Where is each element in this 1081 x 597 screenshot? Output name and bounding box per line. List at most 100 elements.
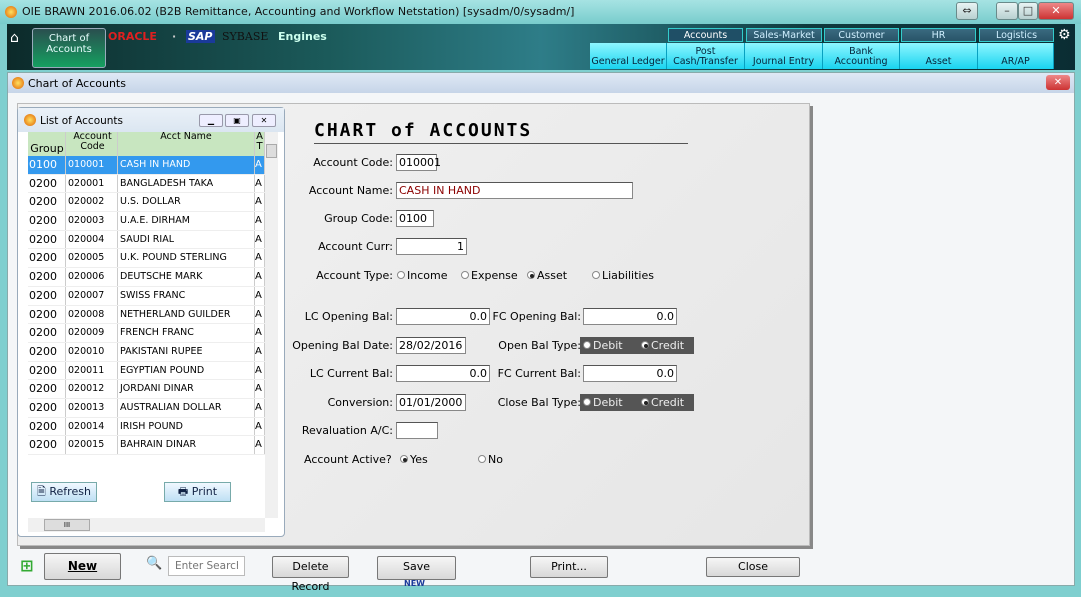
col-acct-type[interactable]: A T [255, 132, 265, 156]
cell-group: 0200 [28, 193, 66, 212]
cell-group: 0200 [28, 230, 66, 249]
table-row[interactable]: 0200 020011 EGYPTIAN POUND A [28, 361, 265, 381]
close-window-button[interactable]: ✕ [1038, 2, 1074, 20]
sub-general-ledger[interactable]: General Ledger [590, 43, 667, 69]
app-logo-icon [5, 6, 17, 18]
print-button[interactable]: Print... [530, 556, 608, 578]
tab-sales-market[interactable]: Sales-Market [746, 28, 822, 42]
list-restore-button[interactable]: ▣ [225, 114, 249, 127]
table-row[interactable]: 0200 020014 IRISH POUND A [28, 417, 265, 437]
cell-account-code: 010001 [66, 156, 118, 174]
resize-button[interactable]: ⇔ [956, 2, 978, 20]
radio-income[interactable]: Income [397, 269, 447, 282]
sub-asset[interactable]: Asset [900, 43, 978, 69]
group-code-field[interactable]: 0100 [396, 210, 434, 227]
tab-accounts[interactable]: Accounts [668, 28, 743, 42]
cell-group: 0200 [28, 342, 66, 361]
cell-account-code: 020001 [66, 174, 118, 193]
list-close-button[interactable]: ✕ [252, 114, 276, 127]
list-title: List of Accounts [40, 115, 124, 127]
table-row[interactable]: 0100 010001 CASH IN HAND A [28, 156, 265, 175]
sub-bank-accounting[interactable]: Bank Accounting [823, 43, 900, 69]
table-row[interactable]: 0200 020012 JORDANI DINAR A [28, 380, 265, 399]
radio-active-no[interactable]: No [478, 453, 503, 466]
cell-account-code: 020004 [66, 230, 118, 249]
minimize-button[interactable]: – [996, 2, 1018, 20]
cell-acct-name: IRISH POUND [118, 417, 255, 436]
revaluation-field[interactable] [396, 422, 438, 439]
radio-close-debit[interactable]: Debit [583, 394, 623, 411]
chart-of-accounts-tile[interactable]: Chart of Accounts [32, 28, 106, 68]
radio-open-credit[interactable]: Credit [641, 337, 684, 354]
radio-label: Asset [537, 269, 568, 282]
page-title: CHART of ACCOUNTS [314, 120, 688, 144]
sub-journal-entry[interactable]: Journal Entry [745, 43, 823, 69]
home-icon[interactable]: ⌂ [10, 30, 19, 46]
table-row[interactable]: 0200 020003 U.A.E. DIRHAM A [28, 212, 265, 231]
list-print-button[interactable]: 🖶 Print [164, 482, 231, 502]
table-row[interactable]: 0200 020001 BANGLADESH TAKA A [28, 174, 265, 194]
fc-current-bal-field[interactable]: 0.0 [583, 365, 677, 382]
radio-expense[interactable]: Expense [461, 269, 518, 282]
table-row[interactable]: 0200 020006 DEUTSCHE MARK A [28, 268, 265, 287]
cell-acct-name: U.A.E. DIRHAM [118, 212, 255, 230]
list-minimize-button[interactable]: ▁ [199, 114, 223, 127]
delete-record-button[interactable]: Delete Record [272, 556, 349, 593]
tab-logistics[interactable]: Logistics [979, 28, 1054, 42]
radio-liabilities[interactable]: Liabilities [592, 269, 654, 282]
account-name-field[interactable]: CASH IN HAND [396, 182, 633, 199]
radio-label: Expense [471, 269, 518, 282]
sub-post-cash-transfer[interactable]: Post Cash/Transfer [667, 43, 745, 69]
search-input[interactable] [168, 556, 245, 576]
table-row[interactable]: 0200 020004 SAUDI RIAL A [28, 230, 265, 250]
close-button[interactable]: Close [706, 557, 800, 577]
col-group[interactable]: Group [28, 132, 66, 156]
brand-sap: SAP [186, 30, 215, 43]
table-row[interactable]: 0200 020005 U.K. POUND STERLING A [28, 249, 265, 269]
tab-hr[interactable]: HR [901, 28, 976, 42]
revaluation-label: Revaluation A/C: [301, 424, 393, 437]
add-record-icon: ⊞ [20, 556, 34, 575]
table-row[interactable]: 0200 020015 BAHRAIN DINAR A [28, 436, 265, 455]
fc-opening-bal-field[interactable]: 0.0 [583, 308, 677, 325]
close-bal-type-label: Close Bal Type: [497, 396, 581, 409]
open-bal-type-group: Debit Credit [580, 337, 694, 354]
table-row[interactable]: 0200 020002 U.S. DOLLAR A [28, 193, 265, 213]
table-row[interactable]: 0200 020007 SWISS FRANC A [28, 286, 265, 306]
cell-acct-name: U.S. DOLLAR [118, 193, 255, 212]
cell-account-code: 020010 [66, 342, 118, 361]
sub-ar-ap[interactable]: AR/AP [978, 43, 1054, 69]
save-button[interactable]: Save [377, 556, 456, 580]
new-button[interactable]: New [44, 553, 121, 580]
table-row[interactable]: 0200 020008 NETHERLAND GUILDER A [28, 305, 265, 325]
table-row[interactable]: 0200 020013 AUSTRALIAN DOLLAR A [28, 398, 265, 418]
gear-icon[interactable]: ⚙ [1058, 27, 1071, 43]
account-curr-field[interactable]: 1 [396, 238, 467, 255]
radio-label: Debit [593, 339, 623, 352]
cell-account-code: 020002 [66, 193, 118, 212]
col-account-code[interactable]: Account Code [66, 132, 118, 156]
radio-active-yes[interactable]: Yes [400, 453, 428, 466]
radio-asset[interactable]: Asset [527, 269, 567, 282]
lc-current-bal-label: LC Current Bal: [309, 367, 393, 380]
cell-group: 0200 [28, 174, 66, 193]
child-title: Chart of Accounts [28, 77, 126, 90]
radio-close-credit[interactable]: Credit [641, 394, 684, 411]
tab-customer[interactable]: Customer [824, 28, 899, 42]
refresh-button[interactable]: 🗎 Refresh [31, 482, 97, 502]
table-row[interactable]: 0200 020009 FRENCH FRANC A [28, 324, 265, 343]
conversion-label: Conversion: [327, 396, 393, 409]
app-logo-icon [12, 77, 24, 89]
horizontal-scrollbar[interactable]: III [28, 518, 265, 532]
account-code-field[interactable]: 010001 [396, 154, 441, 171]
open-bal-type-label: Open Bal Type: [498, 339, 581, 352]
radio-label: Income [407, 269, 448, 282]
col-acct-name[interactable]: Acct Name [118, 132, 255, 156]
radio-open-debit[interactable]: Debit [583, 337, 623, 354]
cell-group: 0200 [28, 305, 66, 324]
table-row[interactable]: 0200 020010 PAKISTANI RUPEE A [28, 342, 265, 362]
cell-account-code: 020006 [66, 268, 118, 286]
child-close-button[interactable]: ✕ [1046, 75, 1070, 90]
maximize-button[interactable]: □ [1018, 2, 1038, 20]
scroll-thumb[interactable]: III [44, 519, 90, 531]
